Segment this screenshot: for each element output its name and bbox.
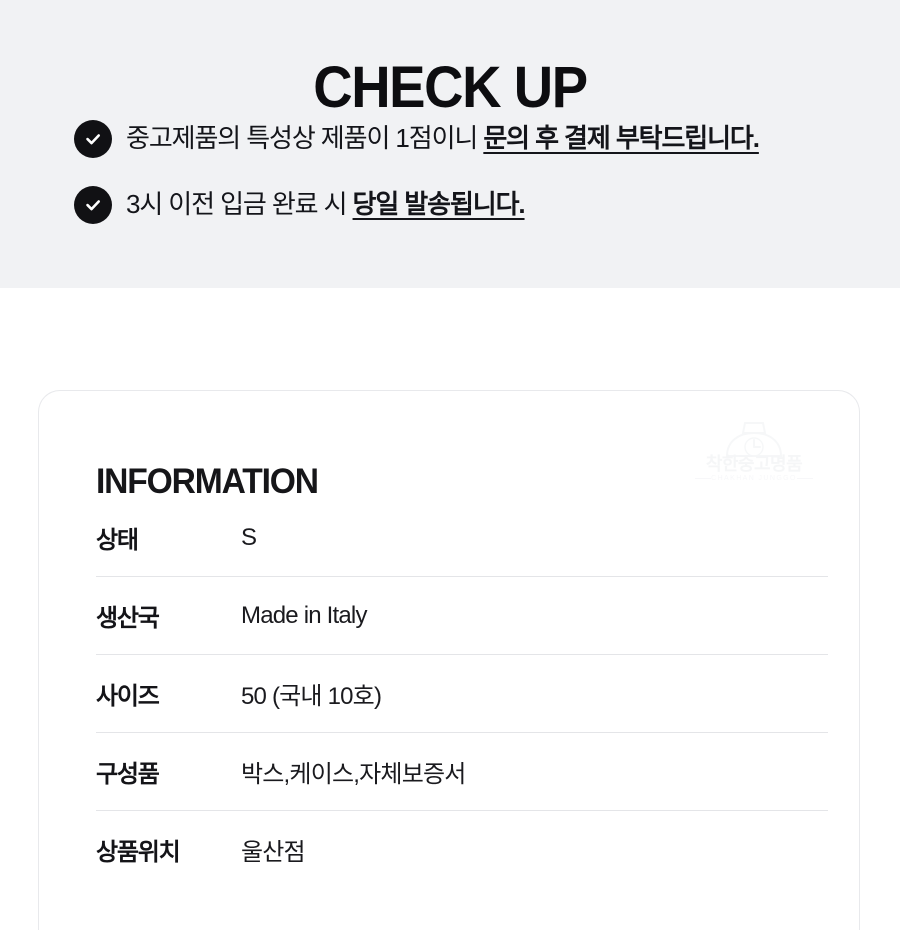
table-row: 생산국 Made in Italy xyxy=(96,576,828,654)
bullet-normal-text: 3시 이전 입금 완료 시 xyxy=(126,189,353,219)
table-row: 사이즈 50 (국내 10호) xyxy=(96,654,828,732)
information-header: INFORMATION 착한중고명품 CHAKHAN JUNGGO xyxy=(39,391,859,502)
brand-watermark: 착한중고명품 CHAKHAN JUNGGO xyxy=(691,421,817,491)
spec-label: 상태 xyxy=(96,527,139,554)
checkup-bullet-text: 중고제품의 특성상 제품이 1점이니 문의 후 결제 부탁드립니다. xyxy=(126,118,874,158)
checkup-bullet-item: 중고제품의 특성상 제품이 1점이니 문의 후 결제 부탁드립니다. xyxy=(74,118,874,158)
checkup-section: CHECK UP 중고제품의 특성상 제품이 1점이니 문의 후 결제 부탁드립… xyxy=(0,0,900,288)
spec-value: S xyxy=(241,523,257,551)
spec-label: 상품위치 xyxy=(96,839,181,866)
spec-value: Made in Italy xyxy=(241,601,367,629)
watermark-subtitle: CHAKHAN JUNGGO xyxy=(711,475,797,482)
checkup-bullet-list: 중고제품의 특성상 제품이 1점이니 문의 후 결제 부탁드립니다. 3시 이전… xyxy=(74,118,874,250)
shop-bag-icon xyxy=(725,422,783,457)
checkup-bullet-item: 3시 이전 입금 완료 시 당일 발송됩니다. xyxy=(74,184,874,224)
spec-value: 50 (국내 10호) xyxy=(241,683,382,710)
table-row: 구성품 박스,케이스,자체보증서 xyxy=(96,732,828,810)
spec-label: 사이즈 xyxy=(96,683,160,710)
spec-value: 울산점 xyxy=(241,839,306,866)
table-row: 상품위치 울산점 xyxy=(96,810,828,888)
checkup-title: CHECK UP xyxy=(313,54,588,120)
information-spec-table: 상태 S 생산국 Made in Italy 사이즈 50 (국내 10호) 구… xyxy=(96,499,828,888)
bullet-normal-text: 중고제품의 특성상 제품이 1점이니 xyxy=(126,123,484,153)
information-title: INFORMATION xyxy=(96,462,319,502)
table-row: 상태 S xyxy=(96,499,828,576)
spec-label: 생산국 xyxy=(96,605,160,632)
information-card: INFORMATION 착한중고명품 CHAKHAN JUNGGO 상태 S 생… xyxy=(38,390,860,930)
spec-value: 박스,케이스,자체보증서 xyxy=(241,761,466,788)
checkup-bullet-text: 3시 이전 입금 완료 시 당일 발송됩니다. xyxy=(126,184,874,224)
check-circle-icon xyxy=(74,186,112,224)
spec-label: 구성품 xyxy=(96,761,160,788)
bullet-emphasis-text: 문의 후 결제 부탁드립니다. xyxy=(483,123,760,153)
check-circle-icon xyxy=(74,120,112,158)
product-detail-page: CHECK UP 중고제품의 특성상 제품이 1점이니 문의 후 결제 부탁드립… xyxy=(0,0,900,930)
bullet-emphasis-text: 당일 발송됩니다. xyxy=(352,189,526,219)
watermark-brand-name: 착한중고명품 xyxy=(705,454,803,474)
